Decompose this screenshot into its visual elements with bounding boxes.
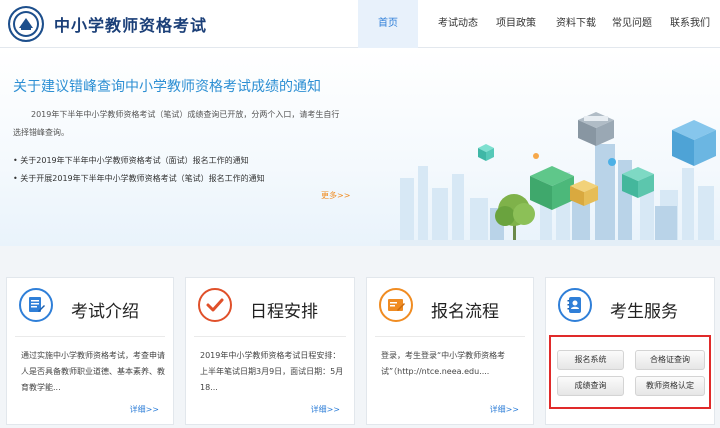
certificate-query-button[interactable]: 合格证查询 bbox=[635, 350, 705, 370]
highlighted-service-buttons: 报名系统 合格证查询 成绩查询 教师资格认定 bbox=[549, 335, 711, 409]
document-icon bbox=[19, 288, 53, 322]
card-registration: 报名流程 登录，考生登录“中小学教师资格考试”（http://ntce.neea… bbox=[366, 277, 534, 425]
score-query-button[interactable]: 成绩查询 bbox=[557, 376, 624, 396]
card-divider bbox=[194, 336, 346, 337]
nav-home[interactable]: 首页 bbox=[358, 0, 418, 48]
card-exam-intro: 考试介绍 通过实施中小学教师资格考试，考查申请人是否具备教师职业道德、基本素养、… bbox=[6, 277, 174, 425]
banner-summary: 2019年下半年中小学教师资格考试（笔试）成绩查询已开放，分两个入口，请考生自行… bbox=[13, 110, 340, 137]
banner-more-link[interactable]: 更多>> bbox=[321, 190, 350, 201]
banner-news-list: 关于2019年下半年中小学教师资格考试（面试）报名工作的通知 关于开展2019年… bbox=[13, 152, 265, 188]
card-title[interactable]: 日程安排 bbox=[250, 297, 318, 322]
teacher-certification-button[interactable]: 教师资格认定 bbox=[635, 376, 705, 396]
site-header: 中小学教师资格考试 首页 考试动态 项目政策 资料下载 常见问题 联系我们 bbox=[0, 0, 720, 48]
news-link[interactable]: 关于开展2019年下半年中小学教师资格考试（笔试）报名工作的通知 bbox=[13, 170, 264, 188]
site-title[interactable]: 中小学教师资格考试 bbox=[54, 12, 207, 36]
nav-faq[interactable]: 常见问题 bbox=[608, 0, 656, 48]
site-logo[interactable] bbox=[8, 6, 44, 42]
nav-downloads[interactable]: 资料下载 bbox=[552, 0, 600, 48]
registration-system-button[interactable]: 报名系统 bbox=[557, 350, 624, 370]
card-description: 2019年中小学教师资格考试日程安排：上半年笔试日期3月9日，面试日期：5月18… bbox=[200, 351, 344, 392]
news-banner: 关于建议错峰查询中小学教师资格考试成绩的通知 2019年下半年中小学教师资格考试… bbox=[0, 48, 720, 246]
news-link[interactable]: 关于2019年下半年中小学教师资格考试（面试）报名工作的通知 bbox=[13, 152, 265, 170]
checkmark-icon bbox=[198, 288, 232, 322]
card-schedule: 日程安排 2019年中小学教师资格考试日程安排：上半年笔试日期3月9日，面试日期… bbox=[185, 277, 355, 425]
card-more-link[interactable]: 详细>> bbox=[490, 404, 519, 415]
card-description: 通过实施中小学教师资格考试，考查申请人是否具备教师职业道德、基本素养、教育教学能… bbox=[21, 351, 165, 392]
card-more-link[interactable]: 详细>> bbox=[311, 404, 340, 415]
registration-icon bbox=[379, 288, 413, 322]
card-title[interactable]: 考生服务 bbox=[610, 297, 678, 322]
card-divider bbox=[375, 336, 525, 337]
nav-policy[interactable]: 项目政策 bbox=[492, 0, 540, 48]
card-description: 登录，考生登录“中小学教师资格考试”（http://ntce.neea.edu.… bbox=[381, 351, 506, 376]
logo-emblem-icon bbox=[15, 13, 37, 35]
nav-exam-news[interactable]: 考试动态 bbox=[434, 0, 482, 48]
contacts-icon bbox=[558, 288, 592, 322]
card-divider bbox=[15, 336, 165, 337]
main-nav: 首页 考试动态 项目政策 资料下载 常见问题 联系我们 bbox=[358, 0, 720, 48]
nav-contact[interactable]: 联系我们 bbox=[666, 0, 714, 48]
banner-headline[interactable]: 关于建议错峰查询中小学教师资格考试成绩的通知 bbox=[13, 76, 321, 96]
card-title[interactable]: 报名流程 bbox=[431, 297, 499, 322]
card-more-link[interactable]: 详细>> bbox=[130, 404, 159, 415]
card-title[interactable]: 考试介绍 bbox=[71, 297, 139, 322]
